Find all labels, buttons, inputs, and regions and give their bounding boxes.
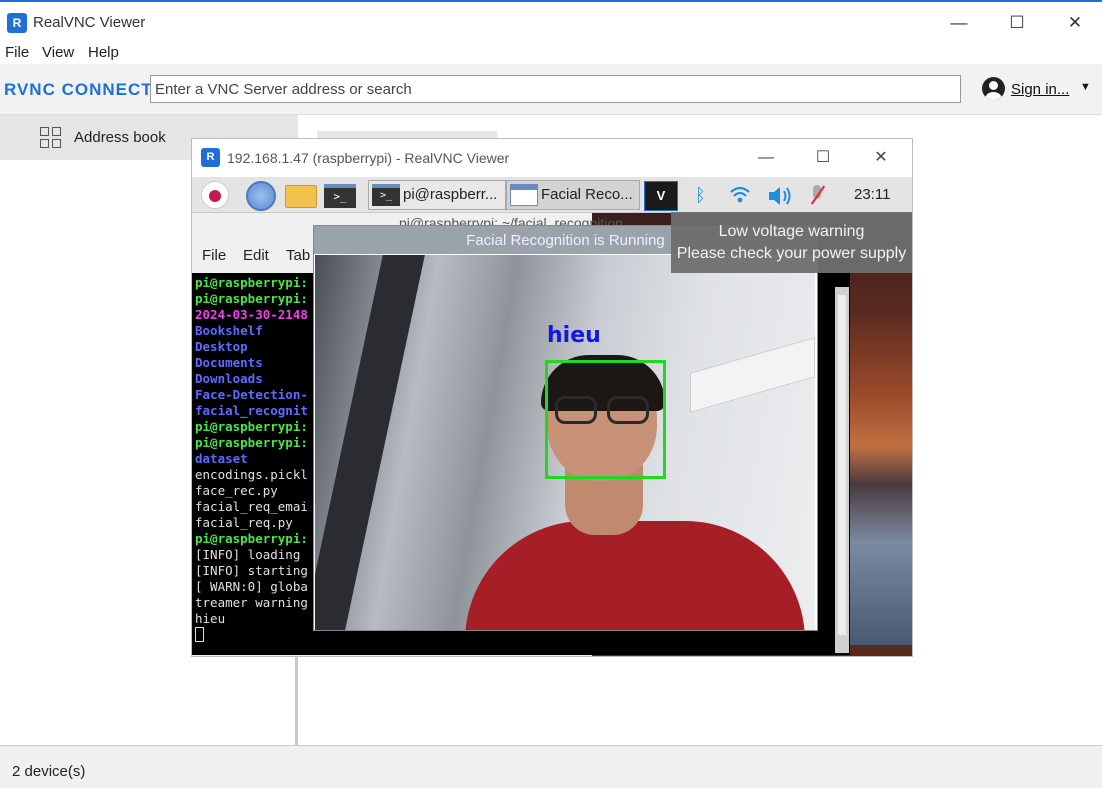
task-label: pi@raspberr...: [403, 186, 498, 203]
terminal-line: encodings.pickl: [195, 467, 308, 482]
sign-in-button[interactable]: Sign in...: [1011, 81, 1069, 98]
terminal-line: [INFO] loading: [195, 547, 301, 562]
minimize-button[interactable]: —: [930, 8, 988, 38]
browser-globe-icon[interactable]: [246, 181, 276, 211]
terminal-line: Desktop: [195, 339, 248, 354]
statusbar: 2 device(s): [0, 745, 1102, 788]
terminal-menu-file[interactable]: File: [202, 247, 226, 264]
remote-taskbar: >_ >_ pi@raspberr... Facial Reco... V ᛒ …: [192, 177, 912, 213]
realvnc-logo-icon: R: [7, 13, 27, 33]
terminal-line: Downloads: [195, 371, 263, 386]
terminal-line: pi@raspberrypi:: [195, 419, 308, 434]
task-facial-recognition-button[interactable]: Facial Reco...: [506, 180, 640, 210]
task-terminal-button[interactable]: >_ pi@raspberr...: [368, 180, 506, 210]
vnc-minimize-button[interactable]: —: [746, 145, 786, 171]
camera-scene: [315, 255, 425, 630]
face-bounding-box: [545, 360, 666, 479]
terminal-line: [ WARN:0] globa: [195, 579, 308, 594]
terminal-line: facial_req.py: [195, 515, 293, 530]
terminal-cursor: [195, 627, 204, 642]
terminal-line: 2024-03-30-2148: [195, 307, 308, 322]
terminal-line: facial_recognit: [195, 403, 308, 418]
clock[interactable]: 23:11: [854, 186, 890, 203]
terminal-line: dataset: [195, 451, 248, 466]
vnc-window-title: 192.168.1.47 (raspberrypi) - RealVNC Vie…: [227, 150, 510, 166]
raspberry-pi-menu-icon[interactable]: [201, 181, 229, 209]
volume-icon[interactable]: [767, 185, 795, 212]
menu-help[interactable]: Help: [88, 44, 119, 61]
window-icon: [510, 184, 538, 206]
brand-logo: RVNC CONNECT: [4, 80, 153, 99]
vnc-close-button[interactable]: ✕: [861, 145, 901, 171]
low-voltage-tooltip: Low voltage warning Please check your po…: [671, 212, 912, 273]
terminal-line: pi@raspberrypi:: [195, 291, 308, 306]
terminal-menu-tab[interactable]: Tab: [286, 247, 310, 264]
facial-recognition-window[interactable]: Facial Recognition is Running hieu: [313, 225, 818, 631]
menu-file[interactable]: File: [5, 44, 29, 61]
terminal-menu-edit[interactable]: Edit: [243, 247, 269, 264]
terminal-line: [INFO] starting: [195, 563, 308, 578]
user-avatar-icon[interactable]: [982, 77, 1005, 100]
grid-icon: [40, 127, 62, 149]
menu-view[interactable]: View: [42, 44, 74, 61]
terminal-scrollbar[interactable]: [835, 287, 849, 653]
microphone-muted-icon[interactable]: [809, 183, 825, 207]
search-input[interactable]: [150, 75, 961, 103]
sidebar-item-label: Address book: [74, 129, 166, 146]
vnc-titlebar: R 192.168.1.47 (raspberrypi) - RealVNC V…: [192, 139, 912, 177]
terminal-line: pi@raspberrypi:: [195, 531, 308, 546]
toolbar: RVNC CONNECT Sign in... ▼: [0, 64, 1102, 115]
terminal-line: Face-Detection-: [195, 387, 308, 402]
device-count: 2 device(s): [12, 763, 86, 780]
window-title: RealVNC Viewer: [33, 14, 146, 31]
chevron-down-icon[interactable]: ▼: [1080, 81, 1091, 93]
terminal-icon: >_: [372, 184, 400, 206]
terminal-line: treamer warning: [195, 595, 308, 610]
realvnc-tray-icon[interactable]: V: [644, 181, 678, 211]
terminal-line: pi@raspberrypi:: [195, 435, 308, 450]
terminal-line: Bookshelf: [195, 323, 263, 338]
vnc-maximize-button[interactable]: ☐: [803, 145, 843, 171]
tooltip-line: Please check your power supply: [676, 245, 907, 262]
terminal-line: Documents: [195, 355, 263, 370]
camera-scene: [465, 521, 805, 630]
window-titlebar: R RealVNC Viewer — ☐ ✕: [0, 0, 1102, 42]
realvnc-logo-icon: R: [201, 148, 220, 167]
camera-feed: hieu: [315, 255, 815, 630]
terminal-line: facial_req_emai: [195, 499, 308, 514]
camera-scene: [690, 337, 815, 413]
terminal-line: hieu: [195, 611, 226, 626]
terminal-line: pi@raspberrypi:: [195, 275, 308, 290]
close-button[interactable]: ✕: [1046, 8, 1102, 38]
bluetooth-icon[interactable]: ᛒ: [695, 185, 706, 206]
task-label: Facial Reco...: [541, 186, 633, 203]
maximize-button[interactable]: ☐: [988, 8, 1046, 38]
vnc-session-window[interactable]: R 192.168.1.47 (raspberrypi) - RealVNC V…: [191, 138, 913, 657]
terminal-line: face_rec.py: [195, 483, 278, 498]
tooltip-line: Low voltage warning: [718, 223, 865, 240]
face-name-label: hieu: [547, 323, 601, 348]
terminal-icon[interactable]: >_: [324, 184, 356, 208]
file-manager-icon[interactable]: [285, 185, 317, 208]
wifi-icon[interactable]: [729, 185, 751, 210]
menubar: File View Help: [0, 42, 1102, 64]
